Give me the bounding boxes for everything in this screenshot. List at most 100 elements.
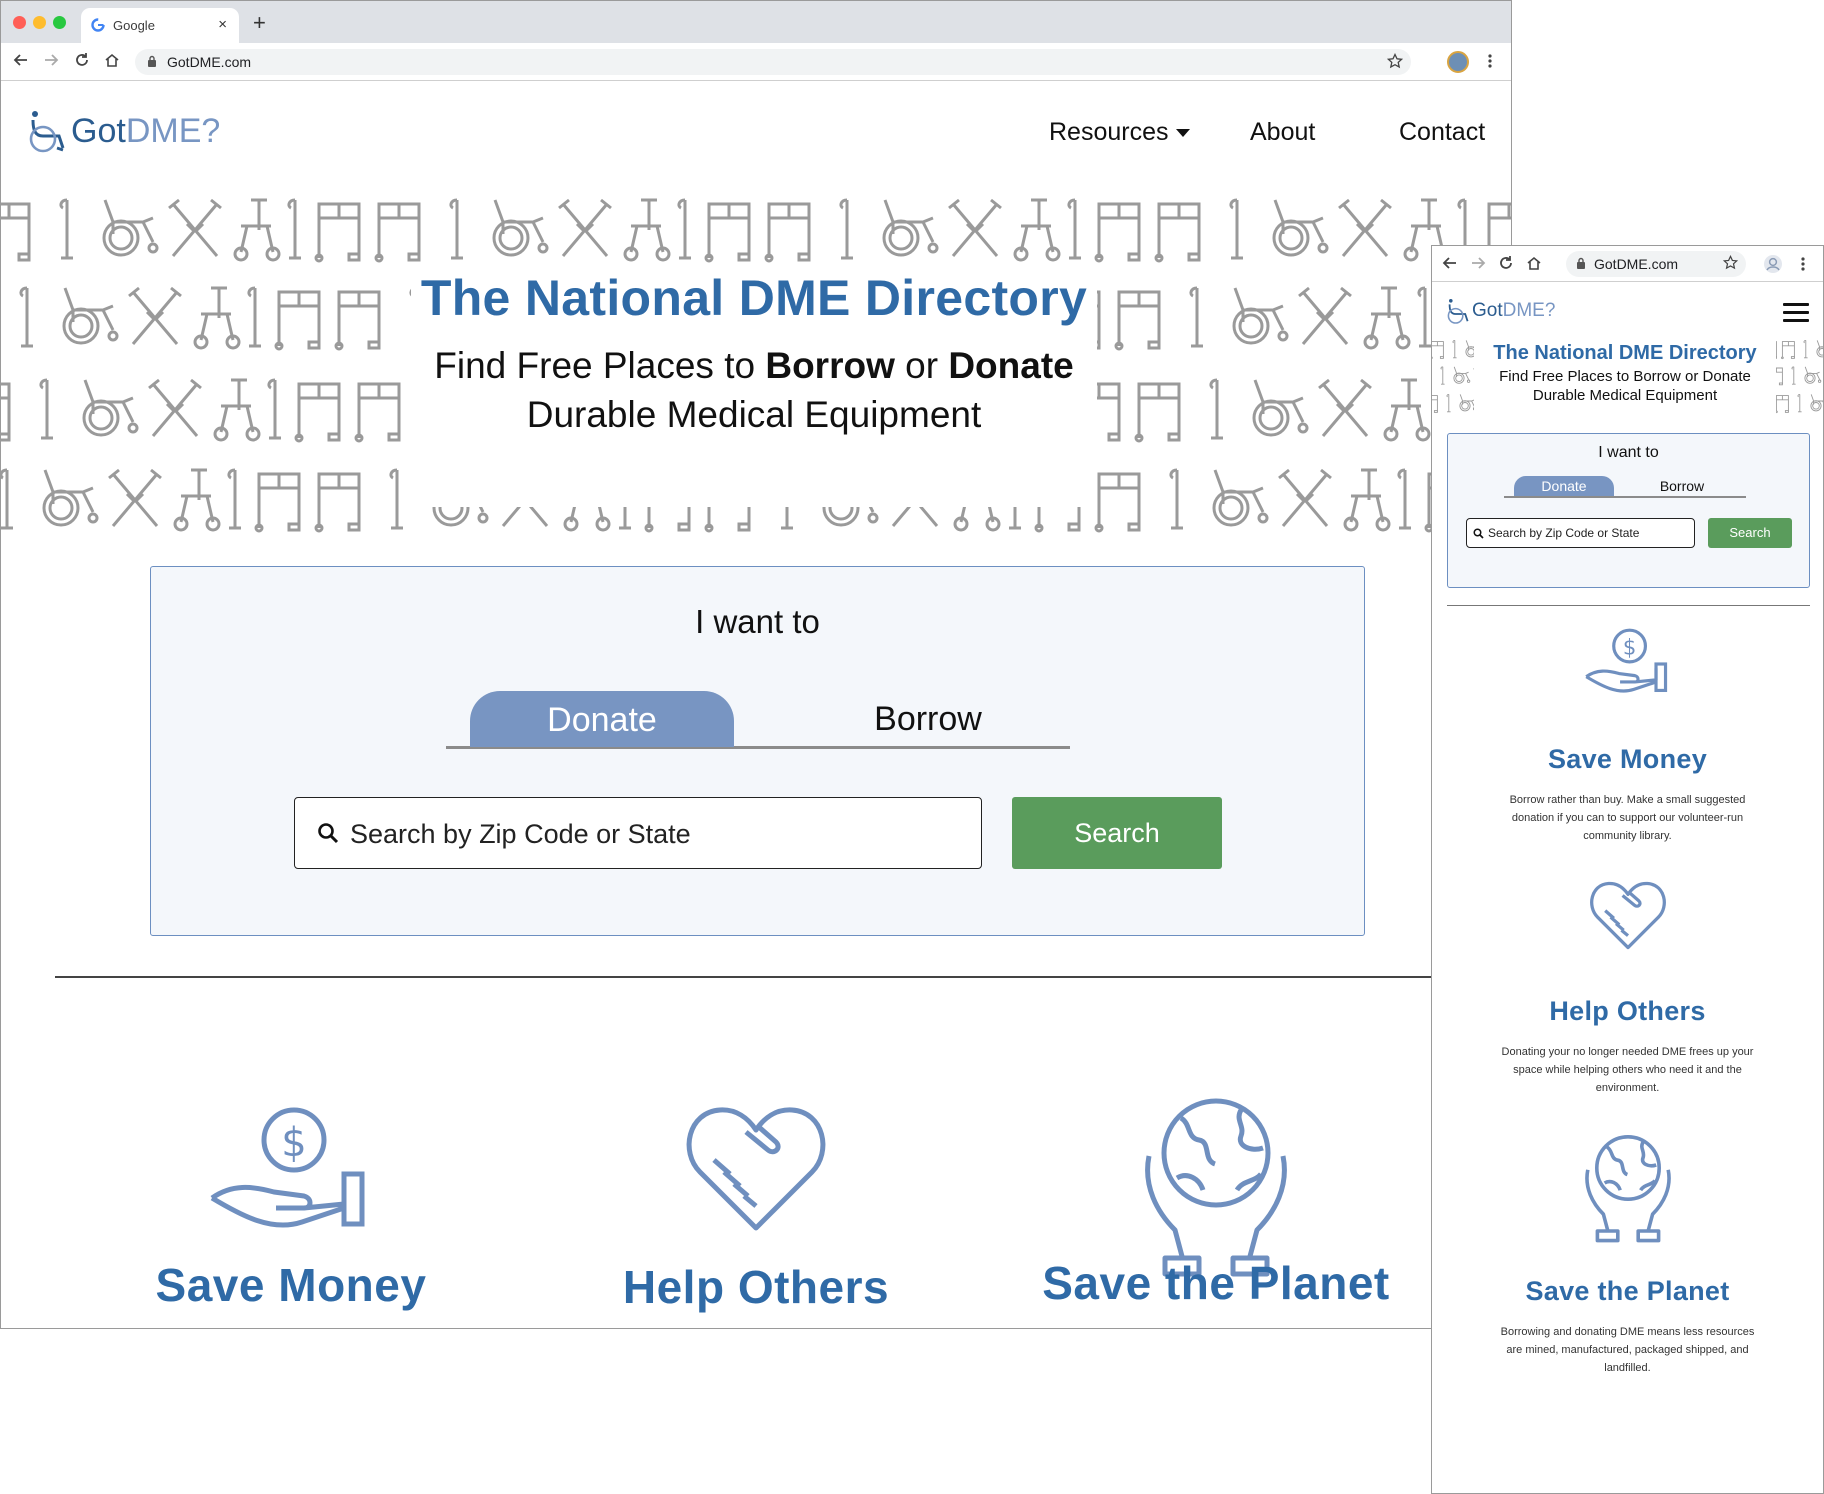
feature-label: Save Money (155, 1259, 427, 1311)
tab-title: Google (113, 18, 155, 33)
site-logo[interactable]: Got DME? (1446, 297, 1555, 325)
search-button[interactable]: Search (1708, 518, 1792, 548)
subtitle-line1: Find Free Places to Borrow or Donate (1499, 368, 1751, 385)
feature-label: Help Others (622, 1261, 890, 1313)
close-window-button[interactable] (13, 16, 26, 29)
desktop-page: Got DME? Resources About Contact The Nat… (1, 82, 1511, 1328)
feature-label: Help Others (1549, 996, 1706, 1026)
hero-title-box: The National DME Directory Find Free Pla… (1474, 338, 1776, 418)
bookmark-star-icon[interactable] (1723, 255, 1738, 270)
search-input[interactable]: Search by Zip Code or State (294, 797, 982, 869)
nav-resources-label: Resources (1049, 118, 1169, 146)
hand-coin-icon: $ (206, 1104, 376, 1244)
subtitle-borrow: Borrow (765, 345, 895, 386)
subtitle-line2: Durable Medical Equipment (526, 394, 982, 435)
svg-text:$: $ (1622, 634, 1635, 659)
logo-got-text: Got (71, 111, 126, 150)
wheelchair-logo-icon (27, 108, 67, 154)
equipment-pattern-banner: The National DME Directory Find Free Pla… (1432, 338, 1823, 418)
section-divider (1447, 605, 1810, 606)
feature-help-others: Help Others Donating your no longer need… (1432, 879, 1823, 1097)
hands-globe-icon (1141, 1098, 1291, 1278)
section-divider (55, 976, 1455, 978)
hand-coin-icon: $ (1583, 627, 1673, 701)
hands-globe-icon (1583, 1135, 1673, 1243)
bookmark-star-icon[interactable] (1387, 53, 1403, 69)
tab-close-icon[interactable]: × (218, 16, 227, 33)
mode-tabs: Donate Borrow (446, 689, 1070, 749)
maximize-window-button[interactable] (53, 16, 66, 29)
search-placeholder: Search by Zip Code or State (350, 819, 691, 849)
subtitle-part1: Find Free Places to (434, 345, 766, 386)
svg-text:$: $ (281, 1120, 306, 1166)
equipment-pattern-banner: The National DME Directory Find Free Pla… (1, 192, 1511, 540)
browser-toolbar: GotDME.com (1, 43, 1511, 81)
reload-icon[interactable] (1498, 255, 1514, 271)
tab-borrow[interactable]: Borrow (828, 691, 1028, 747)
mode-tabs: Donate Borrow (1504, 476, 1746, 498)
home-icon[interactable] (104, 52, 120, 68)
feature-description: Borrow rather than buy. Make a small sug… (1509, 794, 1746, 842)
tab-donate[interactable]: Donate (470, 691, 734, 747)
lock-icon (147, 55, 157, 68)
forward-icon[interactable] (43, 52, 59, 68)
back-icon[interactable] (13, 52, 29, 68)
kebab-menu-icon[interactable] (1800, 256, 1806, 272)
search-input[interactable]: Search by Zip Code or State (1466, 518, 1695, 548)
subtitle-line2: Durable Medical Equipment (1532, 387, 1718, 404)
browser-tab[interactable]: Google × (81, 8, 239, 43)
search-icon (1473, 528, 1484, 539)
tab-bar: Google × + (1, 1, 1511, 43)
mobile-browser-toolbar: GotDME.com (1432, 246, 1823, 282)
nav-about[interactable]: About (1250, 118, 1315, 147)
profile-icon[interactable] (1763, 254, 1783, 274)
minimize-window-button[interactable] (33, 16, 46, 29)
forward-icon[interactable] (1470, 255, 1486, 271)
lock-icon (1576, 257, 1586, 270)
feature-description: Borrowing and donating DME means less re… (1500, 1326, 1755, 1374)
feature-save-planet: Save the Planet Borrowing and donating D… (1432, 1135, 1823, 1377)
hero-title-box: The National DME Directory Find Free Pla… (411, 267, 1097, 507)
feature-label: Save the Planet (1042, 1257, 1390, 1309)
logo-dme-text: DME? (1502, 300, 1556, 321)
search-icon (317, 822, 339, 844)
form-heading: I want to (695, 603, 820, 640)
nav-resources[interactable]: Resources (1049, 118, 1191, 147)
new-tab-button[interactable]: + (253, 10, 266, 36)
nav-contact[interactable]: Contact (1399, 118, 1485, 147)
hamburger-menu-icon[interactable] (1783, 303, 1809, 327)
hero-subtitle: Find Free Places to Borrow or Donate Dur… (411, 341, 1097, 439)
tab-borrow[interactable]: Borrow (1632, 476, 1732, 496)
feature-label: Save the Planet (1525, 1276, 1730, 1306)
desktop-browser-window: Google × + GotDME.com Got DME? Resources… (0, 0, 1512, 1329)
feature-description: Donating your no longer needed DME frees… (1501, 1046, 1754, 1094)
feature-help-others: Help Others (576, 1022, 936, 1313)
search-button[interactable]: Search (1012, 797, 1222, 869)
mobile-browser-window: GotDME.com Got DME? The National DME Dir… (1431, 245, 1824, 1494)
heart-handshake-icon (1589, 879, 1666, 951)
google-icon (91, 18, 105, 32)
address-bar[interactable]: GotDME.com (135, 49, 1411, 75)
feature-save-money: $ Save Money (111, 1022, 471, 1311)
mobile-page: Got DME? The National DME Directory Find … (1432, 283, 1823, 1493)
feature-save-planet: Save the Planet (1036, 1022, 1396, 1309)
reload-icon[interactable] (74, 52, 90, 68)
heart-handshake-icon (686, 1102, 826, 1234)
subtitle-donate: Donate (948, 345, 1074, 386)
profile-avatar[interactable] (1447, 51, 1469, 73)
home-icon[interactable] (1526, 255, 1542, 271)
form-heading: I want to (1598, 444, 1659, 461)
kebab-menu-icon[interactable] (1487, 53, 1493, 69)
back-icon[interactable] (1442, 255, 1458, 271)
caret-down-icon (1175, 128, 1191, 138)
search-form: I want to Donate Borrow Search by Zip Co… (150, 566, 1365, 936)
site-logo[interactable]: Got DME? (27, 108, 220, 154)
page-title: The National DME Directory (1493, 342, 1757, 364)
tab-donate[interactable]: Donate (1514, 476, 1614, 496)
feature-save-money: $ Save Money Borrow rather than buy. Mak… (1432, 627, 1823, 845)
feature-label: Save Money (1547, 744, 1708, 774)
url-text: GotDME.com (167, 54, 252, 70)
address-bar[interactable]: GotDME.com (1566, 251, 1746, 277)
url-text: GotDME.com (1594, 256, 1679, 272)
search-form: I want to Donate Borrow Search by Zip Co… (1447, 433, 1810, 588)
